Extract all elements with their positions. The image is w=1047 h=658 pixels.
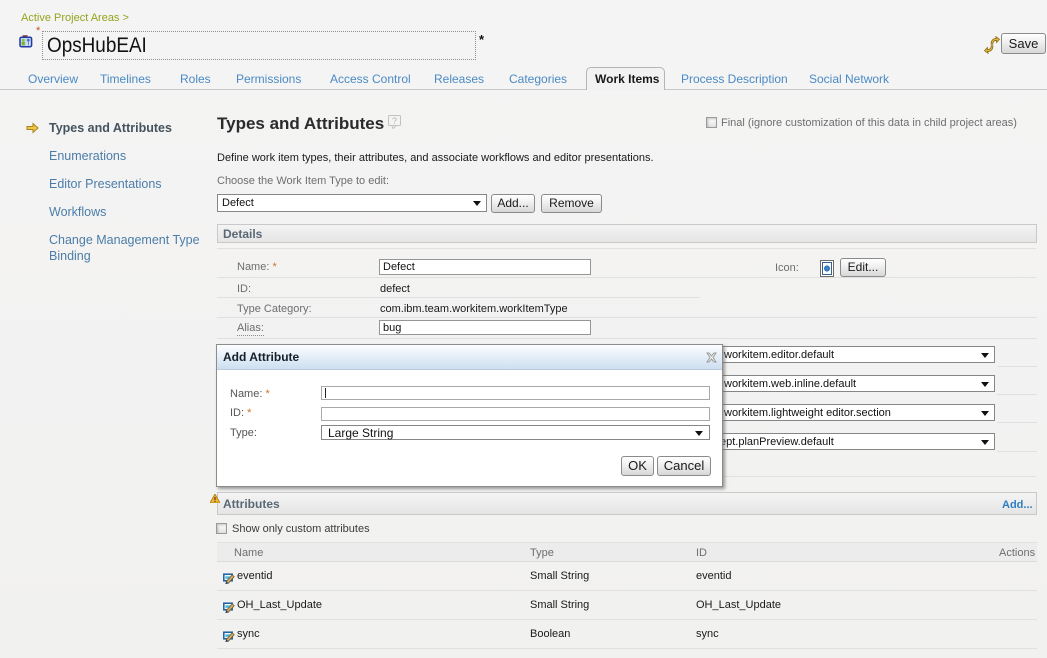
- svg-text:?: ?: [392, 116, 397, 126]
